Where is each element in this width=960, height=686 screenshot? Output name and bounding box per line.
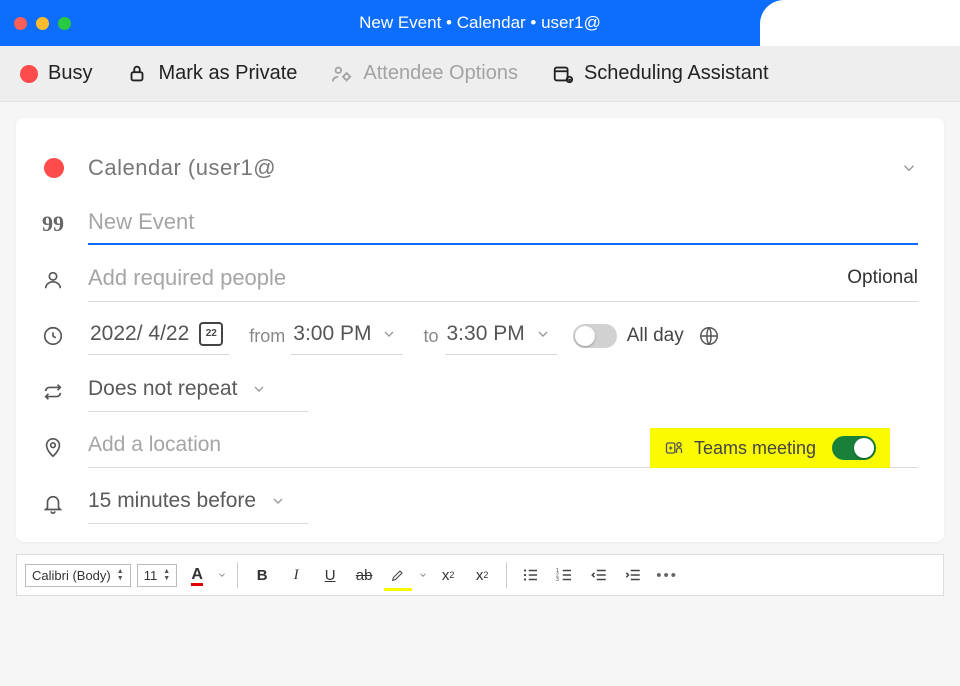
chevron-down-icon bbox=[381, 326, 397, 342]
chevron-down-icon bbox=[251, 381, 267, 397]
window-title: New Event • Calendar • user1@ bbox=[359, 13, 601, 33]
event-form-card: Calendar (user1@ 99 Add required people … bbox=[16, 118, 944, 542]
reminder-selector[interactable]: 15 minutes before bbox=[88, 485, 308, 524]
outdent-button[interactable] bbox=[585, 561, 613, 589]
all-day-toggle[interactable] bbox=[573, 324, 617, 348]
mark-private-button[interactable]: Mark as Private bbox=[126, 62, 297, 85]
busy-label: Busy bbox=[48, 62, 92, 85]
busy-status-dot-icon bbox=[20, 65, 38, 83]
event-title-input[interactable] bbox=[88, 203, 918, 245]
minimize-window-button[interactable] bbox=[36, 17, 49, 30]
to-label: to bbox=[423, 326, 438, 347]
teams-icon bbox=[664, 438, 684, 458]
font-family-value: Calibri (Body) bbox=[32, 568, 111, 583]
calendar-color-dot-icon bbox=[44, 158, 64, 178]
reminder-row: 15 minutes before bbox=[42, 476, 918, 532]
quote-icon: 99 bbox=[42, 211, 64, 237]
teams-meeting-toggle[interactable] bbox=[832, 436, 876, 460]
calendar-check-icon bbox=[552, 63, 574, 85]
font-color-button[interactable]: A bbox=[183, 561, 211, 589]
all-day-label: All day bbox=[627, 325, 684, 347]
attendee-options-label: Attendee Options bbox=[363, 62, 518, 85]
people-gear-icon bbox=[331, 63, 353, 85]
title-blank-space bbox=[760, 0, 960, 46]
date-picker[interactable]: 2022/ 4/22 22 bbox=[88, 318, 229, 355]
subscript-button[interactable]: x2 bbox=[468, 561, 496, 589]
chevron-down-icon bbox=[270, 493, 286, 509]
end-time-picker[interactable]: 3:30 PM bbox=[445, 318, 557, 355]
numbered-list-button[interactable]: 123 bbox=[551, 561, 579, 589]
busy-status-button[interactable]: Busy bbox=[20, 62, 92, 85]
lock-icon bbox=[126, 63, 148, 85]
bullet-list-icon bbox=[522, 566, 540, 584]
repeat-icon bbox=[42, 381, 88, 403]
window-titlebar: New Event • Calendar • user1@ bbox=[0, 0, 960, 46]
person-icon bbox=[42, 269, 88, 291]
svg-text:3: 3 bbox=[556, 577, 559, 583]
calendar-name-label: Calendar (user1@ bbox=[88, 155, 276, 181]
indent-button[interactable] bbox=[619, 561, 647, 589]
optional-attendees-link[interactable]: Optional bbox=[847, 267, 918, 289]
more-format-button[interactable]: ••• bbox=[653, 561, 681, 589]
teams-meeting-highlight: Teams meeting bbox=[650, 428, 890, 468]
chevron-down-icon bbox=[900, 159, 918, 177]
repeat-row: Does not repeat bbox=[42, 364, 918, 420]
start-time-value: 3:00 PM bbox=[293, 322, 371, 346]
location-pin-icon bbox=[42, 437, 88, 459]
numbered-list-icon: 123 bbox=[556, 566, 574, 584]
attendees-row: Add required people Optional bbox=[42, 252, 918, 308]
private-label: Mark as Private bbox=[158, 62, 297, 85]
globe-icon[interactable] bbox=[698, 325, 720, 347]
indent-icon bbox=[624, 566, 642, 584]
highlight-button[interactable] bbox=[384, 561, 412, 589]
maximize-window-button[interactable] bbox=[58, 17, 71, 30]
from-label: from bbox=[249, 326, 285, 347]
end-time-value: 3:30 PM bbox=[447, 322, 525, 346]
chevron-down-icon[interactable] bbox=[217, 570, 227, 580]
italic-button[interactable]: I bbox=[282, 561, 310, 589]
calendar-selector-row[interactable]: Calendar (user1@ bbox=[42, 140, 918, 196]
reminder-value: 15 minutes before bbox=[88, 489, 256, 513]
chevron-down-icon bbox=[535, 326, 551, 342]
underline-button[interactable]: U bbox=[316, 561, 344, 589]
scheduling-assistant-label: Scheduling Assistant bbox=[584, 62, 769, 85]
toolbar-divider bbox=[237, 562, 238, 588]
highlighter-icon bbox=[390, 567, 406, 583]
font-size-value: 11 bbox=[144, 568, 158, 583]
bulleted-list-button[interactable] bbox=[517, 561, 545, 589]
clock-icon bbox=[42, 325, 88, 347]
close-window-button[interactable] bbox=[14, 17, 27, 30]
stepper-icon: ▲▼ bbox=[163, 568, 170, 582]
chevron-down-icon[interactable] bbox=[418, 570, 428, 580]
toolbar-divider bbox=[506, 562, 507, 588]
event-toolbar: Busy Mark as Private Attendee Options Sc… bbox=[0, 46, 960, 102]
scheduling-assistant-button[interactable]: Scheduling Assistant bbox=[552, 62, 769, 85]
format-toolbar: Calibri (Body) ▲▼ 11 ▲▼ A B I U ab x2 x2… bbox=[16, 554, 944, 596]
datetime-row: 2022/ 4/22 22 from 3:00 PM to 3:30 PM Al… bbox=[42, 308, 918, 364]
stepper-icon: ▲▼ bbox=[117, 568, 124, 582]
date-value: 2022/ 4/22 bbox=[90, 322, 189, 346]
location-row: Add a location Teams meeting bbox=[42, 420, 918, 476]
attendee-options-button[interactable]: Attendee Options bbox=[331, 62, 518, 85]
font-color-icon: A bbox=[191, 566, 203, 584]
traffic-lights bbox=[14, 17, 71, 30]
start-time-picker[interactable]: 3:00 PM bbox=[291, 318, 403, 355]
repeat-value: Does not repeat bbox=[88, 377, 237, 401]
mini-calendar-icon: 22 bbox=[199, 322, 223, 346]
bell-icon bbox=[42, 493, 88, 515]
font-size-select[interactable]: 11 ▲▼ bbox=[137, 564, 177, 587]
event-title-row: 99 bbox=[42, 196, 918, 252]
bold-button[interactable]: B bbox=[248, 561, 276, 589]
required-people-placeholder[interactable]: Add required people bbox=[88, 265, 286, 291]
teams-meeting-label: Teams meeting bbox=[694, 438, 816, 459]
repeat-selector[interactable]: Does not repeat bbox=[88, 373, 308, 412]
outdent-icon bbox=[590, 566, 608, 584]
font-family-select[interactable]: Calibri (Body) ▲▼ bbox=[25, 564, 131, 587]
strikethrough-button[interactable]: ab bbox=[350, 561, 378, 589]
location-placeholder: Add a location bbox=[88, 433, 221, 457]
superscript-button[interactable]: x2 bbox=[434, 561, 462, 589]
